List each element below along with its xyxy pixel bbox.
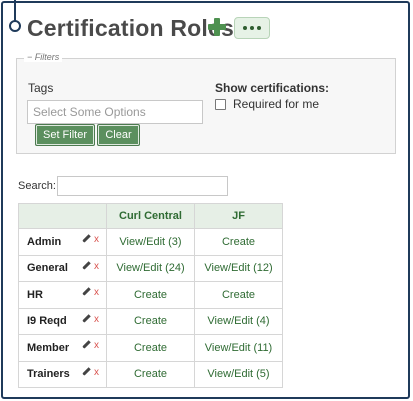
role-name-cell: I9 Reqd x — [18, 307, 107, 335]
search-label: Search: — [18, 180, 56, 192]
table-row: Member x Create View/Edit (11) — [18, 334, 283, 362]
delete-icon[interactable]: x — [94, 314, 99, 325]
table-row: HR x Create Create — [18, 281, 283, 309]
delete-icon[interactable]: x — [94, 367, 99, 378]
role-name: Member — [27, 341, 70, 354]
table-row: I9 Reqd x Create View/Edit (4) — [18, 307, 283, 335]
delete-icon[interactable]: x — [94, 261, 99, 272]
jf-link[interactable]: View/Edit (11) — [194, 334, 283, 362]
jf-link[interactable]: Create — [194, 281, 283, 309]
more-icon — [243, 26, 247, 30]
curl-central-link[interactable]: Create — [106, 360, 195, 388]
add-role-button[interactable] — [207, 17, 227, 37]
table-header-row: Curl Central JF — [18, 203, 283, 229]
tags-label: Tags — [28, 81, 54, 95]
delete-icon[interactable]: x — [94, 340, 99, 351]
curl-central-link[interactable]: View/Edit (24) — [106, 254, 195, 282]
clear-button[interactable]: Clear — [97, 124, 140, 146]
more-options-button[interactable] — [234, 17, 270, 39]
required-for-me-checkbox[interactable] — [215, 99, 226, 110]
delete-icon[interactable]: x — [94, 234, 99, 245]
curl-central-link[interactable]: View/Edit (3) — [106, 228, 195, 256]
edit-icon[interactable] — [82, 368, 90, 376]
role-name-cell: Member x — [18, 334, 107, 362]
edit-icon[interactable] — [82, 315, 90, 323]
timeline-line — [14, 0, 16, 22]
role-name: I9 Reqd — [27, 315, 67, 328]
curl-central-link[interactable]: Create — [106, 281, 195, 309]
timeline-dot — [9, 20, 21, 32]
column-header-jf: JF — [194, 203, 283, 229]
role-name: Trainers — [27, 368, 70, 381]
role-name-cell: Trainers x — [18, 360, 107, 388]
role-name-cell: HR x — [18, 281, 107, 309]
show-certifications-label: Show certifications: — [215, 81, 330, 95]
page-title: Certification Roles — [27, 15, 235, 41]
collapse-icon[interactable]: − — [27, 52, 35, 62]
edit-icon[interactable] — [82, 341, 90, 349]
column-header-name — [18, 203, 107, 229]
role-name: HR — [27, 288, 43, 301]
set-filter-button[interactable]: Set Filter — [35, 124, 95, 146]
role-name-cell: General x — [18, 254, 107, 282]
table-row: General x View/Edit (24) View/Edit (12) — [18, 254, 283, 282]
role-name: Admin — [27, 235, 62, 248]
filters-legend: − Filters — [24, 52, 63, 62]
jf-link[interactable]: View/Edit (5) — [194, 360, 283, 388]
table-row: Trainers x Create View/Edit (5) — [18, 360, 283, 388]
curl-central-link[interactable]: Create — [106, 307, 195, 335]
jf-link[interactable]: View/Edit (12) — [194, 254, 283, 282]
jf-link[interactable]: View/Edit (4) — [194, 307, 283, 335]
curl-central-link[interactable]: Create — [106, 334, 195, 362]
tags-input[interactable]: Select Some Options — [27, 100, 203, 124]
edit-icon[interactable] — [82, 262, 90, 270]
edit-icon[interactable] — [82, 235, 90, 243]
roles-table: Curl Central JF Admin x View/Edit (3) Cr… — [18, 203, 283, 388]
delete-icon[interactable]: x — [94, 287, 99, 298]
table-row: Admin x View/Edit (3) Create — [18, 228, 283, 256]
jf-link[interactable]: Create — [194, 228, 283, 256]
column-header-curl-central: Curl Central — [106, 203, 195, 229]
edit-icon[interactable] — [82, 288, 90, 296]
required-for-me-label: Required for me — [233, 97, 320, 111]
search-input[interactable] — [57, 176, 228, 196]
role-name: General — [27, 262, 68, 275]
role-name-cell: Admin x — [18, 228, 107, 256]
